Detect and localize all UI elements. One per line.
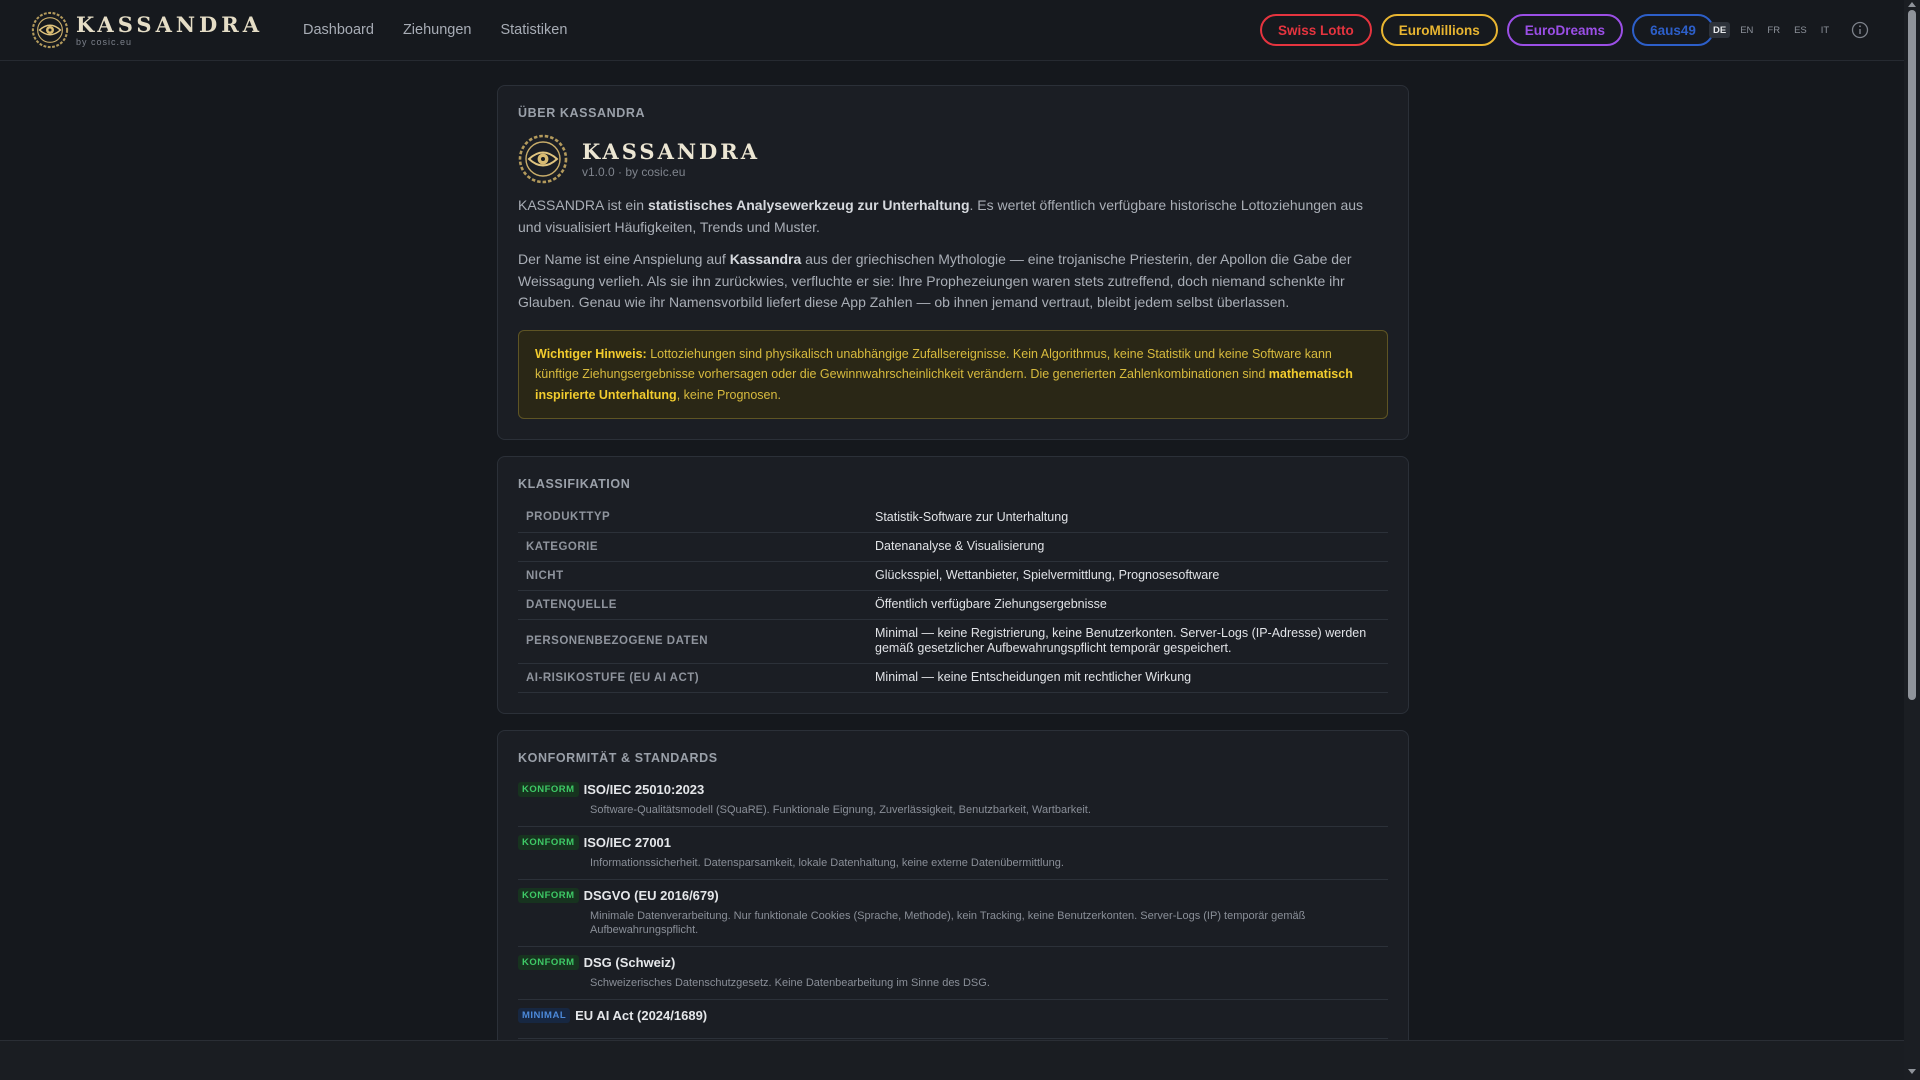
- list-item: KONFORM ISO/IEC 27001 Informationssicherh…: [518, 827, 1388, 880]
- conformity-card: KONFORMITÄT & STANDARDS KONFORM ISO/IEC 2…: [497, 729, 1409, 1040]
- app-name: KASSANDRA: [582, 138, 761, 164]
- scrollbar-thumb[interactable]: [1908, 10, 1916, 700]
- table-value: Datenanalyse & Visualisierung: [867, 532, 1388, 562]
- kassandra-eye-logo-icon: [518, 134, 568, 184]
- lang-de-button[interactable]: DE: [1709, 22, 1731, 38]
- conformity-list: KONFORM ISO/IEC 25010:2023 Software-Quali…: [518, 774, 1388, 1039]
- app-version: v1.0.0 · by cosic.eu: [582, 164, 686, 179]
- notice-label: Wichtiger Hinweis:: [535, 346, 647, 361]
- game-selector: Swiss Lotto EuroMillions EuroDreams 6aus…: [1260, 14, 1714, 46]
- page-scrollbar[interactable]: [1904, 0, 1920, 1080]
- table-value: Statistik-Software zur Unterhaltung: [867, 503, 1388, 533]
- scroll-down-icon[interactable]: [1908, 1069, 1916, 1074]
- table-value: Minimal — keine Registrierung, keine Ben…: [867, 619, 1388, 664]
- list-item: MINIMAL EU AI Act (2024/1689): [518, 1000, 1388, 1039]
- conformity-section-title: KONFORMITÄT & STANDARDS: [518, 750, 718, 765]
- table-key: NICHT: [518, 561, 867, 591]
- important-notice: Wichtiger Hinweis: Lottoziehungen sind p…: [518, 329, 1388, 419]
- kassandra-eye-logo-icon: [31, 11, 69, 49]
- info-icon[interactable]: [1851, 21, 1869, 39]
- about-page-content: ÜBER KASSANDRA KASSANDRA v1.0.0 · by cos…: [497, 85, 1409, 1040]
- table-key: PERSONENBEZOGENE DATEN: [518, 619, 867, 664]
- standard-name: ISO/IEC 25010:2023: [583, 781, 705, 797]
- about-name-origin: Der Name ist eine Anspielung auf Kassand…: [518, 249, 1388, 314]
- bottom-bar: [0, 1040, 1904, 1080]
- standard-name: DSG (Schweiz): [583, 954, 676, 970]
- classification-card: KLASSIFIKATION PRODUKTTYP Statistik-Softw…: [497, 456, 1409, 714]
- table-row: KATEGORIE Datenanalyse & Visualisierung: [518, 532, 1388, 562]
- about-header: KASSANDRA v1.0.0 · by cosic.eu: [518, 134, 1388, 184]
- status-badge: KONFORM: [518, 887, 579, 903]
- standard-description: Software-Qualitätsmodell (SQuaRE). Funkt…: [590, 803, 1091, 816]
- list-item: KONFORM ISO/IEC 25010:2023 Software-Quali…: [518, 774, 1388, 827]
- status-badge: KONFORM: [518, 954, 579, 970]
- standard-name: EU AI Act (2024/1689): [575, 1007, 708, 1023]
- classification-section-title: KLASSIFIKATION: [518, 477, 631, 491]
- game-button-6aus49[interactable]: 6aus49: [1632, 14, 1714, 46]
- about-section-title: ÜBER KASSANDRA: [518, 106, 646, 120]
- standard-description: Schweizerisches Datenschutzgesetz. Keine…: [590, 976, 990, 989]
- lang-es-button[interactable]: ES: [1790, 22, 1811, 38]
- brand-name: KASSANDRA: [76, 11, 264, 37]
- about-p1-bold: statistisches Analysewerkzeug zur Unterh…: [647, 197, 970, 213]
- table-key: AI-RISIKOSTUFE (EU AI ACT): [518, 663, 867, 693]
- game-button-eurodreams[interactable]: EuroDreams: [1506, 14, 1624, 46]
- classification-table: PRODUKTTYP Statistik-Software zur Unterha…: [518, 503, 1388, 693]
- nav-link-dashboard[interactable]: Dashboard: [303, 22, 374, 38]
- top-navigation-bar: KASSANDRA by cosic.eu Dashboard Ziehunge…: [0, 0, 1904, 61]
- list-item: KONFORM DSG (Schweiz) Schweizerisches Dat…: [518, 947, 1388, 1000]
- about-card: ÜBER KASSANDRA KASSANDRA v1.0.0 · by cos…: [497, 85, 1409, 440]
- table-row: AI-RISIKOSTUFE (EU AI ACT) Minimal — kein…: [518, 663, 1388, 693]
- table-value: Glücksspiel, Wettanbieter, Spielvermittl…: [867, 561, 1388, 591]
- lang-fr-button[interactable]: FR: [1763, 22, 1784, 38]
- notice-text: Lottoziehungen sind physikalisch unabhän…: [535, 346, 1332, 382]
- standard-description: Minimale Datenverarbeitung. Nur funktion…: [590, 909, 1306, 936]
- table-key: PRODUKTTYP: [518, 503, 867, 533]
- table-key: DATENQUELLE: [518, 590, 867, 620]
- about-p2-pre: Der Name ist eine Anspielung auf: [518, 251, 730, 267]
- notice-end: , keine Prognosen.: [676, 387, 781, 402]
- game-button-swiss-lotto[interactable]: Swiss Lotto: [1260, 14, 1372, 46]
- table-row: NICHT Glücksspiel, Wettanbieter, Spielver…: [518, 561, 1388, 591]
- about-p2-bold: Kassandra: [729, 251, 802, 267]
- table-value: Minimal — keine Entscheidungen mit recht…: [867, 663, 1388, 693]
- brand-subtitle: by cosic.eu: [76, 36, 133, 47]
- table-key: KATEGORIE: [518, 532, 867, 562]
- about-description: KASSANDRA ist ein statistisches Analysew…: [518, 195, 1388, 238]
- standard-name: ISO/IEC 27001: [583, 834, 672, 850]
- about-p1-pre: KASSANDRA ist ein: [518, 197, 648, 213]
- table-value: Öffentlich verfügbare Ziehungsergebnisse: [867, 590, 1388, 620]
- nav-link-ziehungen[interactable]: Ziehungen: [403, 22, 472, 38]
- language-switcher: DE EN FR ES IT: [1709, 22, 1833, 38]
- table-row: DATENQUELLE Öffentlich verfügbare Ziehung…: [518, 590, 1388, 620]
- lang-en-button[interactable]: EN: [1736, 22, 1757, 38]
- game-button-euromillions[interactable]: EuroMillions: [1380, 14, 1498, 46]
- status-badge: MINIMAL: [518, 1007, 571, 1023]
- brand-home-link[interactable]: KASSANDRA by cosic.eu: [31, 11, 263, 49]
- standard-name: DSGVO (EU 2016/679): [583, 887, 719, 903]
- list-item: KONFORM DSGVO (EU 2016/679) Minimale Date…: [518, 880, 1388, 947]
- scroll-up-icon[interactable]: [1908, 2, 1916, 7]
- status-badge: KONFORM: [518, 834, 579, 850]
- lang-it-button[interactable]: IT: [1817, 22, 1833, 38]
- standard-description: Informationssicherheit. Datensparsamkeit…: [590, 856, 1064, 869]
- table-row: PERSONENBEZOGENE DATEN Minimal — keine Re…: [518, 619, 1388, 664]
- nav-link-statistiken[interactable]: Statistiken: [500, 22, 567, 38]
- status-badge: KONFORM: [518, 781, 579, 797]
- main-nav: Dashboard Ziehungen Statistiken: [303, 22, 567, 38]
- table-row: PRODUKTTYP Statistik-Software zur Unterha…: [518, 503, 1388, 533]
